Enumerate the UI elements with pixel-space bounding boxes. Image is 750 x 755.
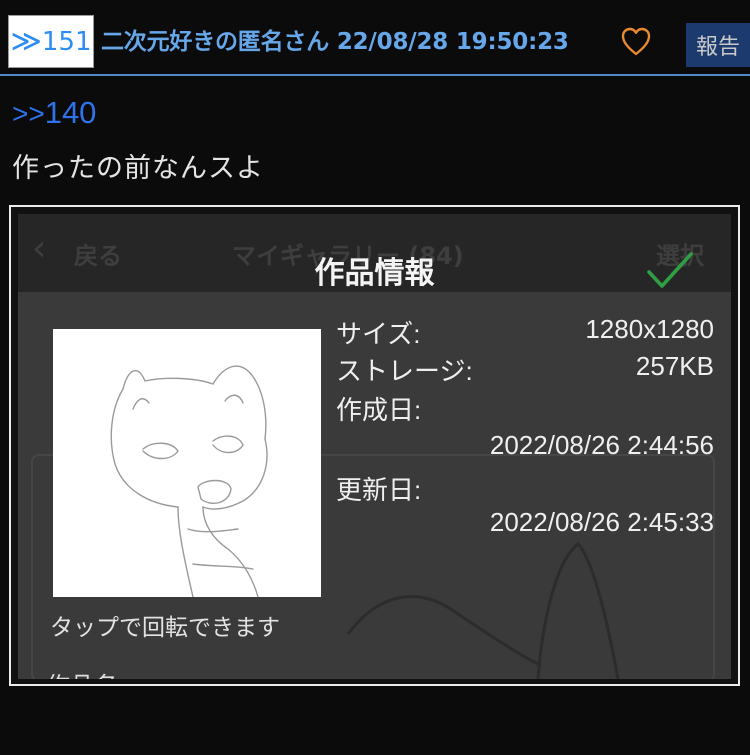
post-number: 151	[41, 26, 92, 57]
quote-mark: ≫	[10, 23, 42, 59]
post-message: 作ったの前なんスよ	[12, 153, 264, 184]
created-label: 作成日:	[336, 395, 422, 425]
post-header: ≫ 151 二次元好きの匿名さん 22/08/28 19:50:23 報告	[0, 0, 750, 76]
artwork-thumbnail[interactable]	[53, 329, 321, 598]
attached-image[interactable]: ‹ 戻る マイギャラリー (84) 選択 作品情報 タップで回転できます サイズ…	[9, 205, 740, 686]
storage-label: ストレージ:	[336, 356, 473, 386]
post-datetime: 22/08/28 19:50:23	[336, 29, 569, 55]
info-size-row: サイズ: 1280x1280	[336, 314, 714, 349]
author-name: 二次元好きの匿名さん	[101, 29, 330, 55]
size-label: サイズ:	[336, 319, 421, 349]
checkmark-icon[interactable]	[646, 250, 694, 290]
artwork-name-label: 作品名	[46, 666, 118, 679]
rotate-hint: タップで回転できます	[50, 615, 280, 641]
reply-anchor-link[interactable]: >>140	[12, 95, 96, 131]
storage-value: 257KB	[635, 351, 714, 381]
app-screenshot: ‹ 戻る マイギャラリー (84) 選択 作品情報 タップで回転できます サイズ…	[18, 214, 731, 679]
reply-to-number: 140	[44, 95, 97, 130]
updated-value: 2022/08/26 2:45:33	[489, 507, 714, 537]
created-value: 2022/08/26 2:44:56	[489, 430, 714, 460]
reply-quote-mark: >>	[12, 98, 45, 129]
heart-icon[interactable]	[620, 26, 652, 58]
cat-sketch	[110, 365, 268, 598]
size-value: 1280x1280	[585, 314, 714, 344]
post-number-badge[interactable]: ≫ 151	[8, 15, 94, 68]
info-updated-row: 更新日:	[336, 470, 714, 505]
info-storage-row: ストレージ: 257KB	[336, 351, 714, 386]
updated-label: 更新日:	[336, 475, 422, 505]
info-created-row: 作成日:	[336, 390, 714, 425]
dialog-title: 作品情報	[314, 256, 435, 291]
report-button[interactable]: 報告	[686, 23, 750, 67]
post-meta: 二次元好きの匿名さん 22/08/28 19:50:23	[101, 22, 569, 56]
